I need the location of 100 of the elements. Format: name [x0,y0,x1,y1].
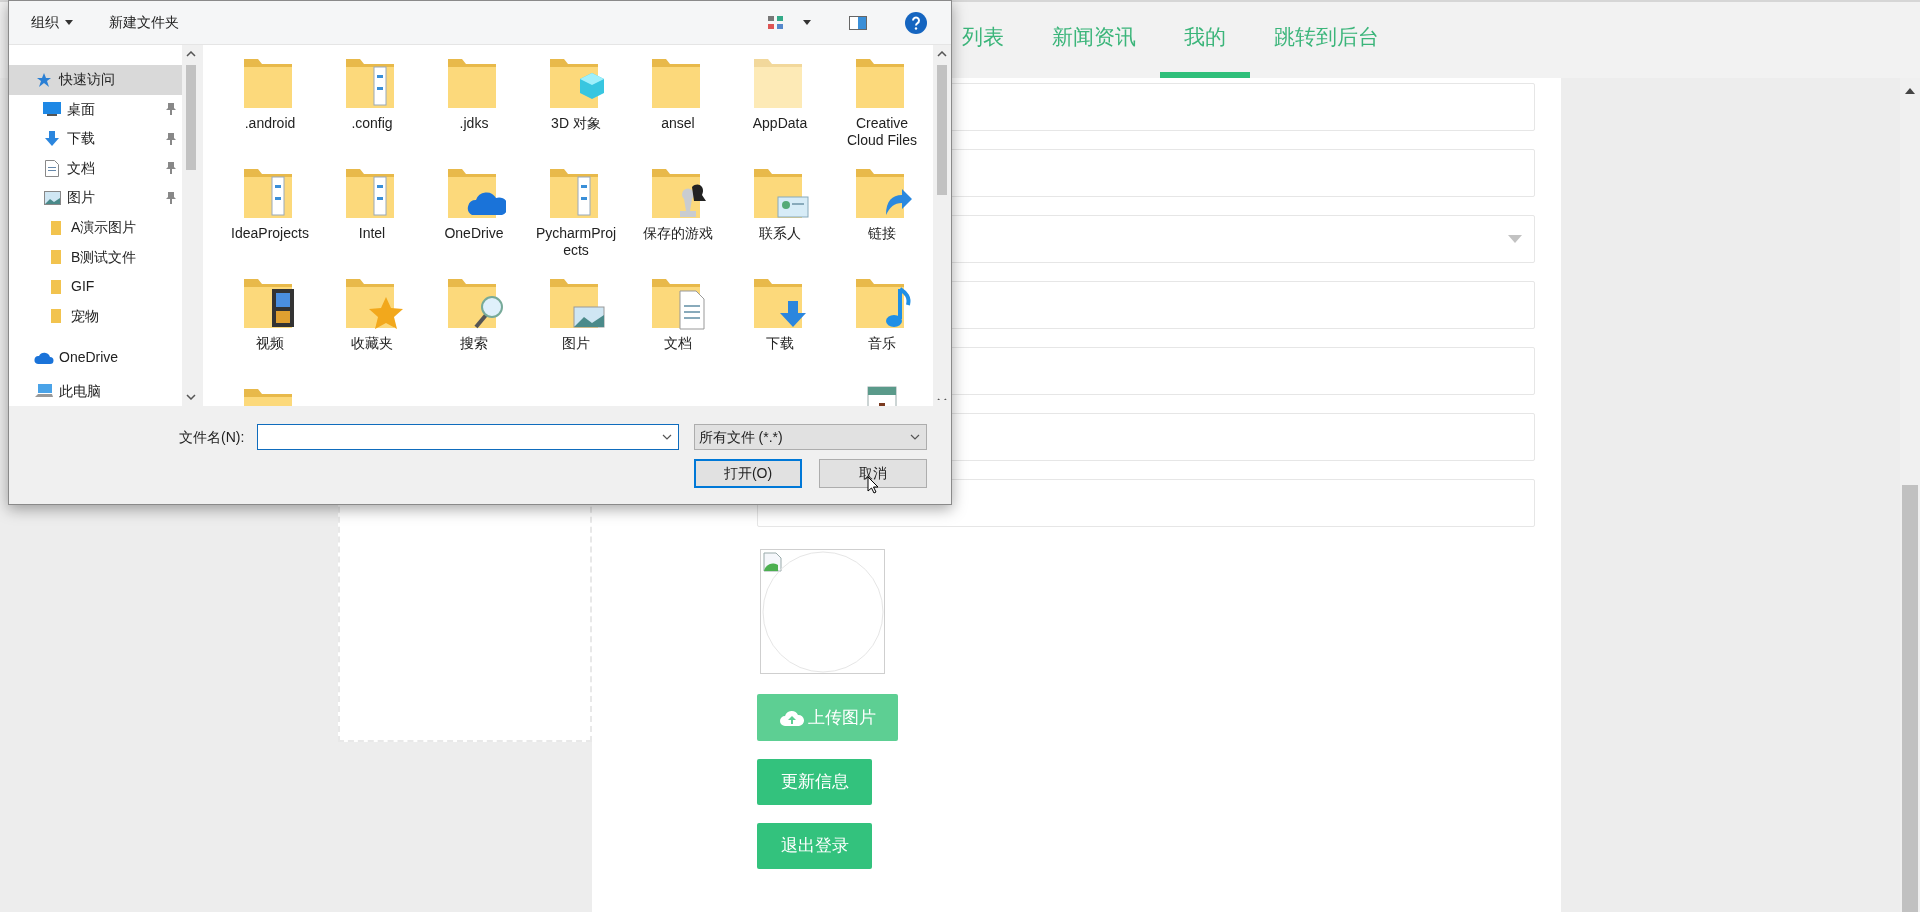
file-item[interactable]: .android [219,53,321,157]
file-name: AppData [751,115,809,132]
file-name: 视频 [255,335,285,352]
file-item[interactable]: 链接 [831,163,933,267]
folder-icon [51,279,61,294]
file-item[interactable]: OneDrive [423,163,525,267]
nav-label: A演示图片 [71,218,137,237]
file-name: 链接 [867,225,897,242]
file-item[interactable]: 保存的游戏 [627,163,729,267]
file-item[interactable]: .config [321,53,423,157]
cloud-upload-icon [779,708,804,727]
file-name: 3D 对象 [550,115,602,132]
star-icon [36,71,52,88]
file-item[interactable]: IdeaProjects [219,163,321,267]
scroll-up-icon[interactable] [937,51,947,57]
file-item[interactable]: 文档 [627,273,729,377]
nav-label: B测试文件 [71,247,137,267]
caret-icon [1508,235,1522,243]
new-folder-button[interactable]: 新建文件夹 [109,12,179,33]
down-arrow-icon [44,130,60,147]
file-name: ansel [660,115,696,132]
organize-menu[interactable]: 组织 [31,12,73,33]
file-name: 音乐 [867,335,897,352]
scrollbar[interactable] [182,45,201,406]
file-name: 搜索 [459,335,489,352]
cloud-icon [34,351,54,365]
file-name: Creative Cloud Files [846,115,918,149]
caret-icon [65,20,73,25]
file-item[interactable]: 联系人 [729,163,831,267]
document-icon [45,159,59,177]
file-item[interactable]: 下载 [729,273,831,377]
preview-pane-icon[interactable] [849,15,867,30]
caret-icon[interactable] [803,20,811,25]
file-item[interactable]: 图片 [525,273,627,377]
scroll-up-icon[interactable] [186,51,197,57]
folder-icon [51,309,61,324]
file-name: IdeaProjects [230,225,310,242]
nav-item[interactable]: 文档 [9,153,183,184]
nav-label: 此电脑 [59,381,101,401]
nav-label: 桌面 [67,99,95,119]
file-item[interactable]: 收藏夹 [321,273,423,377]
file-name: 联系人 [758,225,802,242]
nav-label: 图片 [67,188,95,208]
file-item[interactable]: 音乐 [831,273,933,377]
folder-icon [51,250,61,265]
file-name: 下载 [765,335,795,352]
nav-item[interactable]: GIF [9,271,183,302]
nav-label: OneDrive [59,348,119,368]
nav-item[interactable]: 下载 [9,124,183,154]
help-icon[interactable] [905,11,927,34]
file-name: .jdks [458,115,490,132]
file-item[interactable]: PycharmProjects [525,163,627,267]
file-name: Intel [357,225,387,242]
nav-item[interactable]: 此电脑 [9,376,183,406]
file-item[interactable]: 3D 对象 [525,53,627,157]
file-item[interactable]: AppData [729,53,831,157]
file-name: 文档 [663,335,693,352]
file-item[interactable]: .jdks [423,53,525,157]
picture-icon [43,190,61,205]
nav-item[interactable]: 桌面 [9,94,183,125]
filename-label: 文件名(N): [179,427,246,447]
scroll-up-icon[interactable] [1905,88,1915,94]
file-item[interactable]: ansel [627,53,729,157]
view-options-icon[interactable] [767,14,785,31]
file-name: PycharmProjects [534,225,618,259]
scrollbar-thumb[interactable] [186,65,197,170]
nav-label: 宠物 [71,306,99,326]
file-item[interactable]: Creative Cloud Files [831,53,933,157]
file-name: 图片 [561,335,591,352]
nav-item[interactable]: 快速访问 [9,65,183,95]
computer-icon [35,384,53,399]
file-type-dropdown[interactable]: 所有文件 (*.*) [693,424,927,450]
file-name: .config [350,115,394,132]
nav-label: 快速访问 [59,70,115,90]
chevron-down-icon [661,434,672,440]
file-item[interactable]: Intel [321,163,423,267]
file-name: 收藏夹 [350,335,394,352]
nav-item[interactable]: 图片 [9,183,183,213]
nav-label: 下载 [67,129,95,149]
nav-item[interactable]: A演示图片 [9,212,183,243]
open-button[interactable]: 打开(O) [694,459,802,488]
scrollbar[interactable] [933,45,951,406]
desktop-icon [43,102,61,117]
filename-field[interactable] [256,424,679,450]
file-name: .android [243,115,297,132]
file-name: 保存的游戏 [642,225,714,242]
nav-label: GIF [71,277,95,297]
broken-image-icon [763,552,783,572]
nav-label: 文档 [67,158,95,178]
chevron-down-icon [910,434,920,440]
nav-item[interactable]: 宠物 [9,301,183,331]
cancel-button[interactable]: 取消 [819,459,927,488]
file-item[interactable]: 搜索 [423,273,525,377]
file-name: OneDrive [443,225,505,242]
nav-item[interactable]: B测试文件 [9,242,183,272]
nav-item[interactable]: OneDrive [9,342,183,373]
file-item[interactable]: 视频 [219,273,321,377]
scrollbar-thumb[interactable] [1902,485,1918,912]
folder-icon [51,220,61,235]
scrollbar-thumb[interactable] [937,65,947,195]
